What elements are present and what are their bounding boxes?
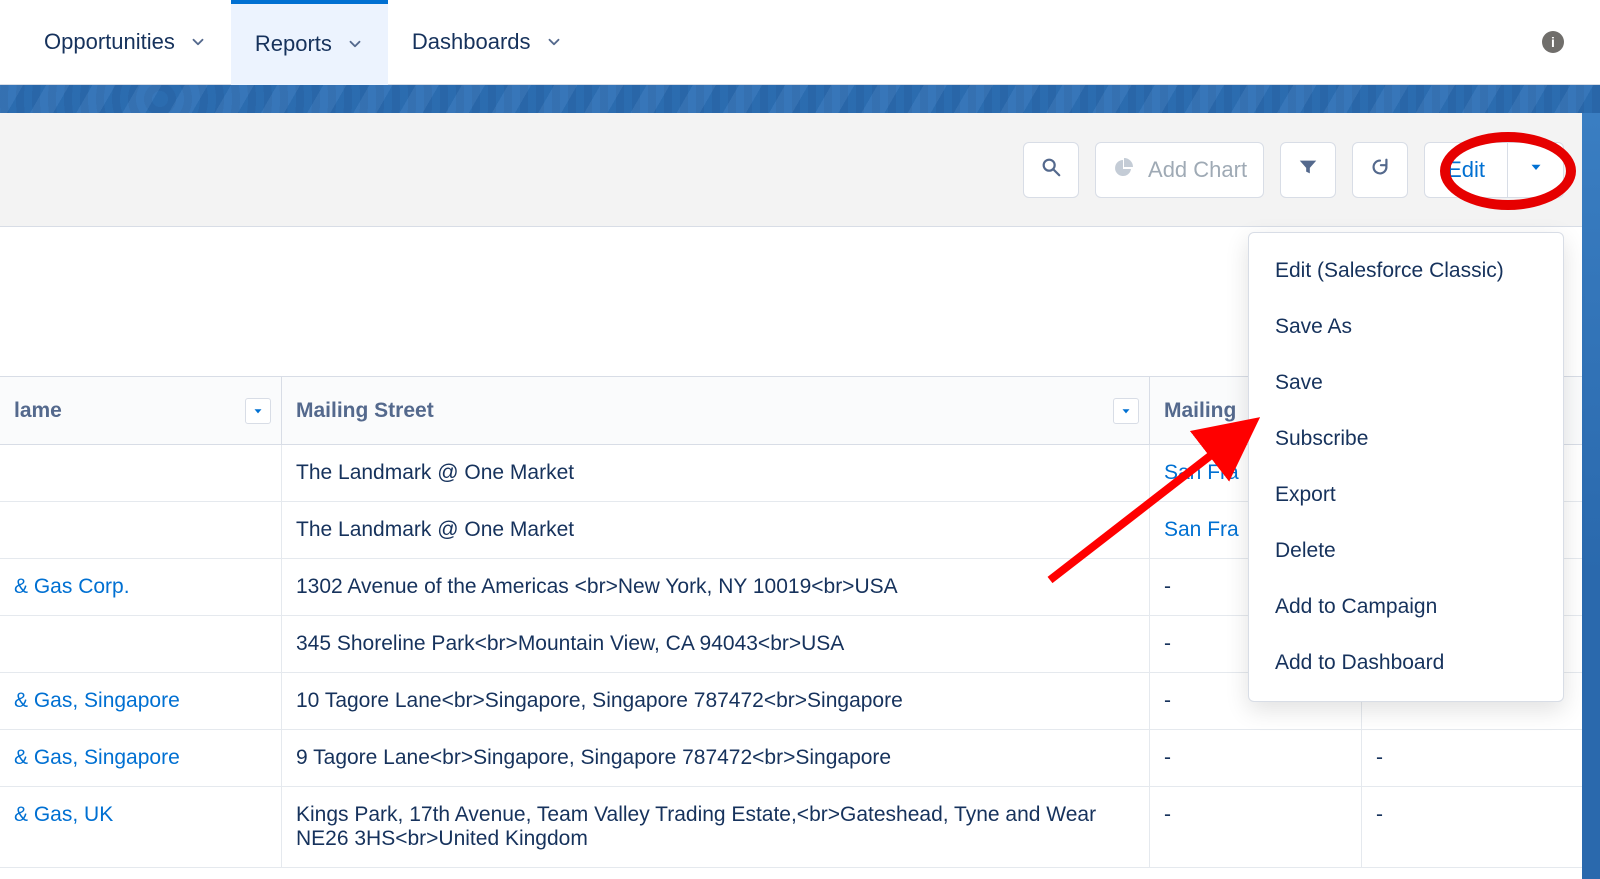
- edit-dropdown-toggle[interactable]: [1508, 142, 1564, 198]
- add-chart-label: Add Chart: [1148, 157, 1247, 183]
- table-row: & Gas, UKKings Park, 17th Avenue, Team V…: [0, 787, 1600, 868]
- cell-city: -: [1150, 787, 1362, 867]
- refresh-icon: [1369, 156, 1391, 184]
- edit-dropdown-menu: Edit (Salesforce Classic)Save AsSaveSubs…: [1248, 232, 1564, 702]
- cell-street: The Landmark @ One Market: [282, 502, 1150, 558]
- nav-reports[interactable]: Reports: [231, 0, 388, 85]
- filter-button[interactable]: [1280, 142, 1336, 198]
- filter-icon: [1297, 156, 1319, 184]
- edit-label: Edit: [1447, 157, 1485, 183]
- edit-split-button: Edit: [1424, 142, 1564, 198]
- contour-right-rail: [1582, 113, 1600, 879]
- cell-street: The Landmark @ One Market: [282, 445, 1150, 501]
- top-nav: Opportunities Reports Dashboards i: [0, 0, 1600, 85]
- cell-name[interactable]: & Gas, UK: [0, 787, 282, 867]
- cell-name[interactable]: & Gas, Singapore: [0, 673, 282, 729]
- cell-street: 10 Tagore Lane<br>Singapore, Singapore 7…: [282, 673, 1150, 729]
- column-label: lame: [14, 399, 62, 423]
- cell-name[interactable]: & Gas Corp.: [0, 559, 282, 615]
- menu-item-add-to-dashboard[interactable]: Add to Dashboard: [1249, 635, 1563, 691]
- cell-street: 345 Shoreline Park<br>Mountain View, CA …: [282, 616, 1150, 672]
- column-label: Mailing Street: [296, 399, 434, 423]
- menu-item-save-as[interactable]: Save As: [1249, 299, 1563, 355]
- cell-name: [0, 502, 282, 558]
- contour-decoration: [0, 85, 1600, 113]
- column-header-name[interactable]: lame: [0, 377, 282, 444]
- nav-dashboards[interactable]: Dashboards: [388, 0, 587, 85]
- menu-item-save[interactable]: Save: [1249, 355, 1563, 411]
- info-icon[interactable]: i: [1542, 31, 1564, 53]
- menu-item-subscribe[interactable]: Subscribe: [1249, 411, 1563, 467]
- menu-item-delete[interactable]: Delete: [1249, 523, 1563, 579]
- cell-street: 1302 Avenue of the Americas <br>New York…: [282, 559, 1150, 615]
- cell-street: Kings Park, 17th Avenue, Team Valley Tra…: [282, 787, 1150, 867]
- chevron-down-icon: [545, 33, 563, 51]
- add-chart-button[interactable]: Add Chart: [1095, 142, 1264, 198]
- nav-label: Reports: [255, 31, 332, 57]
- menu-item-add-to-campaign[interactable]: Add to Campaign: [1249, 579, 1563, 635]
- column-label: Mailing: [1164, 399, 1236, 423]
- cell-extra: -: [1362, 787, 1600, 867]
- chevron-down-icon: [346, 35, 364, 53]
- chevron-down-icon: [189, 33, 207, 51]
- search-icon: [1040, 156, 1062, 184]
- action-bar: Add Chart Edit: [0, 113, 1600, 227]
- table-row: & Gas, Singapore9 Tagore Lane<br>Singapo…: [0, 730, 1600, 787]
- refresh-button[interactable]: [1352, 142, 1408, 198]
- nav-label: Dashboards: [412, 29, 531, 55]
- column-header-street[interactable]: Mailing Street: [282, 377, 1150, 444]
- nav-opportunities[interactable]: Opportunities: [20, 0, 231, 85]
- column-menu-toggle[interactable]: [1113, 398, 1139, 424]
- edit-button[interactable]: Edit: [1424, 142, 1508, 198]
- cell-extra: -: [1362, 730, 1600, 786]
- cell-city: -: [1150, 730, 1362, 786]
- cell-name: [0, 445, 282, 501]
- menu-item-edit-salesforce-classic[interactable]: Edit (Salesforce Classic): [1249, 243, 1563, 299]
- nav-label: Opportunities: [44, 29, 175, 55]
- caret-down-icon: [1527, 158, 1545, 182]
- cell-street: 9 Tagore Lane<br>Singapore, Singapore 78…: [282, 730, 1150, 786]
- cell-name: [0, 616, 282, 672]
- column-menu-toggle[interactable]: [245, 398, 271, 424]
- chart-icon: [1112, 155, 1136, 185]
- search-button[interactable]: [1023, 142, 1079, 198]
- cell-name[interactable]: & Gas, Singapore: [0, 730, 282, 786]
- menu-item-export[interactable]: Export: [1249, 467, 1563, 523]
